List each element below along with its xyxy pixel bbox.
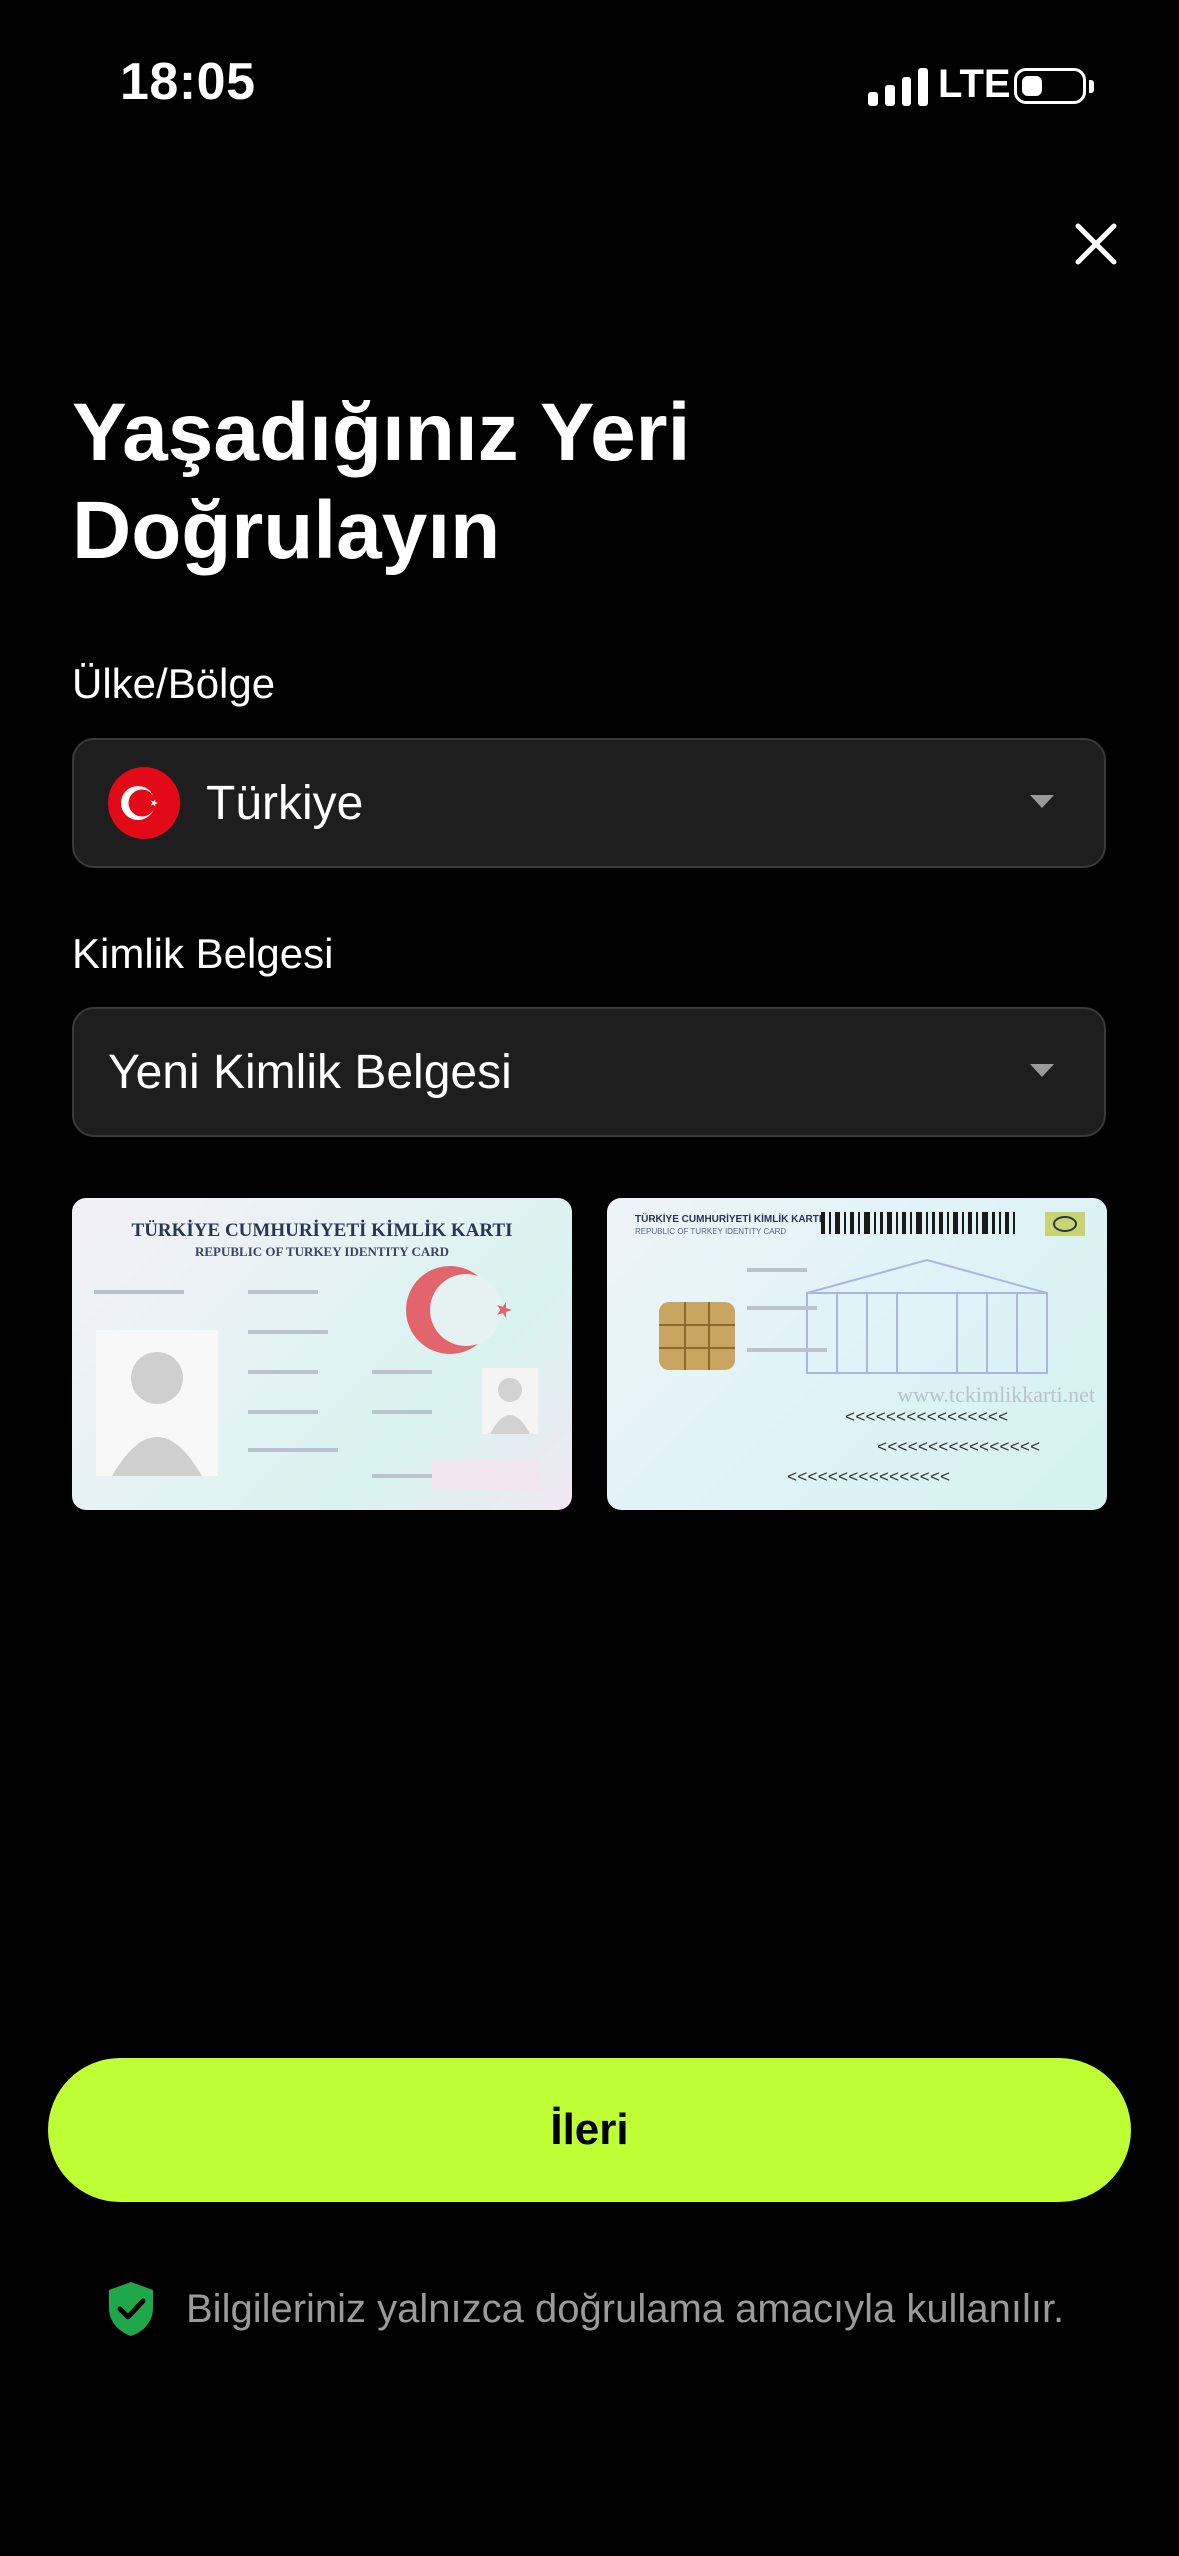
document-value: Yeni Kimlik Belgesi bbox=[108, 1045, 512, 1099]
network-type: LTE bbox=[938, 62, 1011, 106]
mrz-line-3: <<<<<<<<<<<<<<<< bbox=[787, 1469, 950, 1488]
battery-icon bbox=[1014, 68, 1086, 104]
id-card-front-image: TÜRKİYE CUMHURİYETİ KİMLİK KARTI REPUBLI… bbox=[72, 1198, 572, 1510]
page-title: Yaşadığınız Yeri Doğrulayın bbox=[72, 384, 1072, 580]
country-value: Türkiye bbox=[206, 776, 364, 830]
battery-tip bbox=[1089, 80, 1094, 93]
page-title-line2: Doğrulayın bbox=[72, 485, 501, 576]
card-back-watermark: www.tckimlikkarti.net bbox=[897, 1382, 1095, 1407]
card-back-subtitle: REPUBLIC OF TURKEY IDENTITY CARD bbox=[635, 1227, 786, 1236]
turkey-flag-icon bbox=[108, 767, 180, 839]
signal-icon bbox=[868, 64, 928, 106]
shield-check-icon bbox=[109, 2282, 153, 2336]
mrz-line-2: <<<<<<<<<<<<<<<< bbox=[877, 1439, 1040, 1458]
country-label: Ülke/Bölge bbox=[72, 660, 276, 707]
privacy-note: Bilgileriniz yalnızca doğrulama amacıyla… bbox=[106, 2280, 1064, 2338]
chevron-down-icon bbox=[1030, 1064, 1054, 1077]
document-label: Kimlik Belgesi bbox=[72, 930, 334, 977]
page-title-line1: Yaşadığınız Yeri bbox=[72, 387, 691, 478]
chevron-down-icon bbox=[1030, 795, 1054, 808]
card-back-title: TÜRKİYE CUMHURİYETİ KİMLİK KARTI bbox=[635, 1212, 822, 1225]
close-icon bbox=[1075, 223, 1117, 265]
mrz-line-1: <<<<<<<<<<<<<<<< bbox=[845, 1409, 1008, 1428]
privacy-note-text: Bilgileriniz yalnızca doğrulama amacıyla… bbox=[186, 2286, 1065, 2331]
card-front-subtitle: REPUBLIC OF TURKEY IDENTITY CARD bbox=[195, 1244, 449, 1259]
next-button[interactable]: İleri bbox=[48, 2058, 1131, 2202]
card-front-title: TÜRKİYE CUMHURİYETİ KİMLİK KARTI bbox=[132, 1220, 513, 1241]
country-select[interactable]: Türkiye bbox=[72, 738, 1106, 868]
id-card-back-image: TÜRKİYE CUMHURİYETİ KİMLİK KARTI REPUBLI… bbox=[607, 1198, 1107, 1510]
close-button[interactable] bbox=[1066, 214, 1126, 274]
document-select[interactable]: Yeni Kimlik Belgesi bbox=[72, 1007, 1106, 1137]
status-time: 18:05 bbox=[120, 53, 256, 111]
